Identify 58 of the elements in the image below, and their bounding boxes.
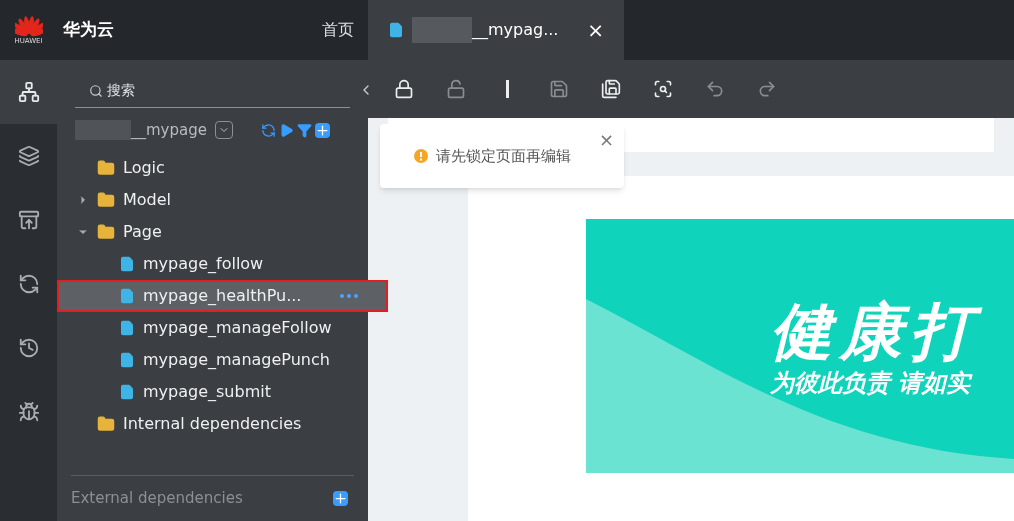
file-icon bbox=[119, 352, 135, 368]
preview-icon[interactable] bbox=[653, 79, 673, 99]
refresh-icon[interactable] bbox=[260, 122, 276, 138]
save-all-icon[interactable] bbox=[601, 79, 621, 99]
toast-message: 请先锁定页面再编辑 bbox=[436, 145, 571, 167]
lock-icon[interactable] bbox=[394, 79, 414, 99]
add-icon[interactable] bbox=[333, 491, 348, 506]
tree-item-label: mypage_healthPu... bbox=[143, 285, 302, 307]
archive-icon bbox=[17, 209, 40, 231]
tree-item[interactable]: mypage_submit bbox=[57, 376, 368, 408]
add-icon[interactable] bbox=[314, 122, 330, 138]
tree-item-label: mypage_manageFollow bbox=[143, 317, 332, 339]
tab-title: __mypag... bbox=[472, 19, 559, 41]
folder-icon bbox=[97, 159, 115, 177]
layers-icon bbox=[17, 145, 40, 167]
folder-icon bbox=[97, 415, 115, 433]
file-icon bbox=[119, 256, 135, 272]
play-icon[interactable] bbox=[278, 122, 294, 138]
search-icon bbox=[89, 83, 103, 98]
history-icon bbox=[17, 337, 40, 359]
tree-item[interactable]: mypage_manageFollow bbox=[57, 312, 368, 344]
folder-icon bbox=[97, 191, 115, 209]
file-icon bbox=[119, 384, 135, 400]
project-name: __mypage bbox=[131, 119, 207, 142]
home-link[interactable]: 首页 bbox=[322, 18, 354, 42]
tree-item-label: Model bbox=[123, 189, 172, 211]
tree-item[interactable]: mypage_healthPu... bbox=[57, 280, 388, 312]
tree-item[interactable]: Page bbox=[57, 216, 368, 248]
petal-logo-icon bbox=[14, 15, 43, 38]
file-icon bbox=[119, 320, 135, 336]
close-icon[interactable]: × bbox=[587, 15, 604, 45]
search-field[interactable]: 搜索 bbox=[107, 80, 307, 101]
folder-icon bbox=[97, 223, 115, 241]
brand-name: 华为云 bbox=[63, 18, 114, 42]
filter-icon[interactable] bbox=[296, 122, 312, 138]
tree-item-label: mypage_submit bbox=[143, 381, 271, 403]
tree-item[interactable]: Logic bbox=[57, 152, 368, 184]
bug-icon bbox=[17, 401, 40, 423]
tree-item[interactable]: Model bbox=[57, 184, 368, 216]
tree-item[interactable]: mypage_managePunch bbox=[57, 344, 368, 376]
warning-icon bbox=[414, 149, 428, 163]
cycle-icon bbox=[17, 273, 40, 295]
external-dependencies-label: External dependencies bbox=[71, 488, 243, 510]
file-icon bbox=[119, 288, 135, 304]
redacted-block bbox=[412, 17, 472, 43]
sitemap-icon bbox=[17, 81, 40, 103]
tree-item-label: Logic bbox=[123, 157, 165, 179]
tree-item[interactable]: mypage_follow bbox=[57, 248, 368, 280]
tree-item[interactable]: Internal dependencies bbox=[57, 408, 368, 440]
tree-item-label: Page bbox=[123, 221, 162, 243]
close-icon[interactable]: × bbox=[598, 126, 614, 153]
tree-item-label: mypage_managePunch bbox=[143, 349, 330, 371]
dropdown-toggle[interactable] bbox=[214, 121, 233, 139]
editor-tab[interactable]: __mypag... × bbox=[368, 0, 624, 60]
file-icon bbox=[388, 22, 404, 38]
banner-subtitle: 为彼此负责 请如实 bbox=[770, 371, 974, 395]
tree-item-label: Internal dependencies bbox=[123, 413, 302, 435]
tree-item-label: mypage_follow bbox=[143, 253, 264, 275]
